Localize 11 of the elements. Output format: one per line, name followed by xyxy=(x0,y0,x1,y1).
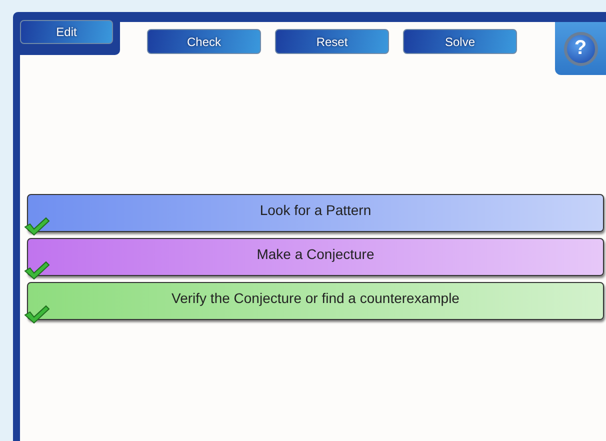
toolbar-button[interactable]: Check xyxy=(147,29,261,54)
toolbar-button[interactable]: Solve xyxy=(403,29,517,54)
edit-button[interactable]: Edit xyxy=(20,20,113,44)
step-bar[interactable]: Make a Conjecture xyxy=(27,238,604,276)
step-label: Make a Conjecture xyxy=(256,246,374,262)
help-button[interactable]: ? xyxy=(564,32,598,66)
step-label: Verify the Conjecture or find a counterexample xyxy=(172,290,460,306)
step-bar[interactable]: Verify the Conjecture or find a counterexample xyxy=(27,282,604,320)
toolbar-button[interactable]: Reset xyxy=(275,29,389,54)
step-bar[interactable]: Look for a Pattern xyxy=(27,194,604,232)
step-label: Look for a Pattern xyxy=(260,202,372,218)
